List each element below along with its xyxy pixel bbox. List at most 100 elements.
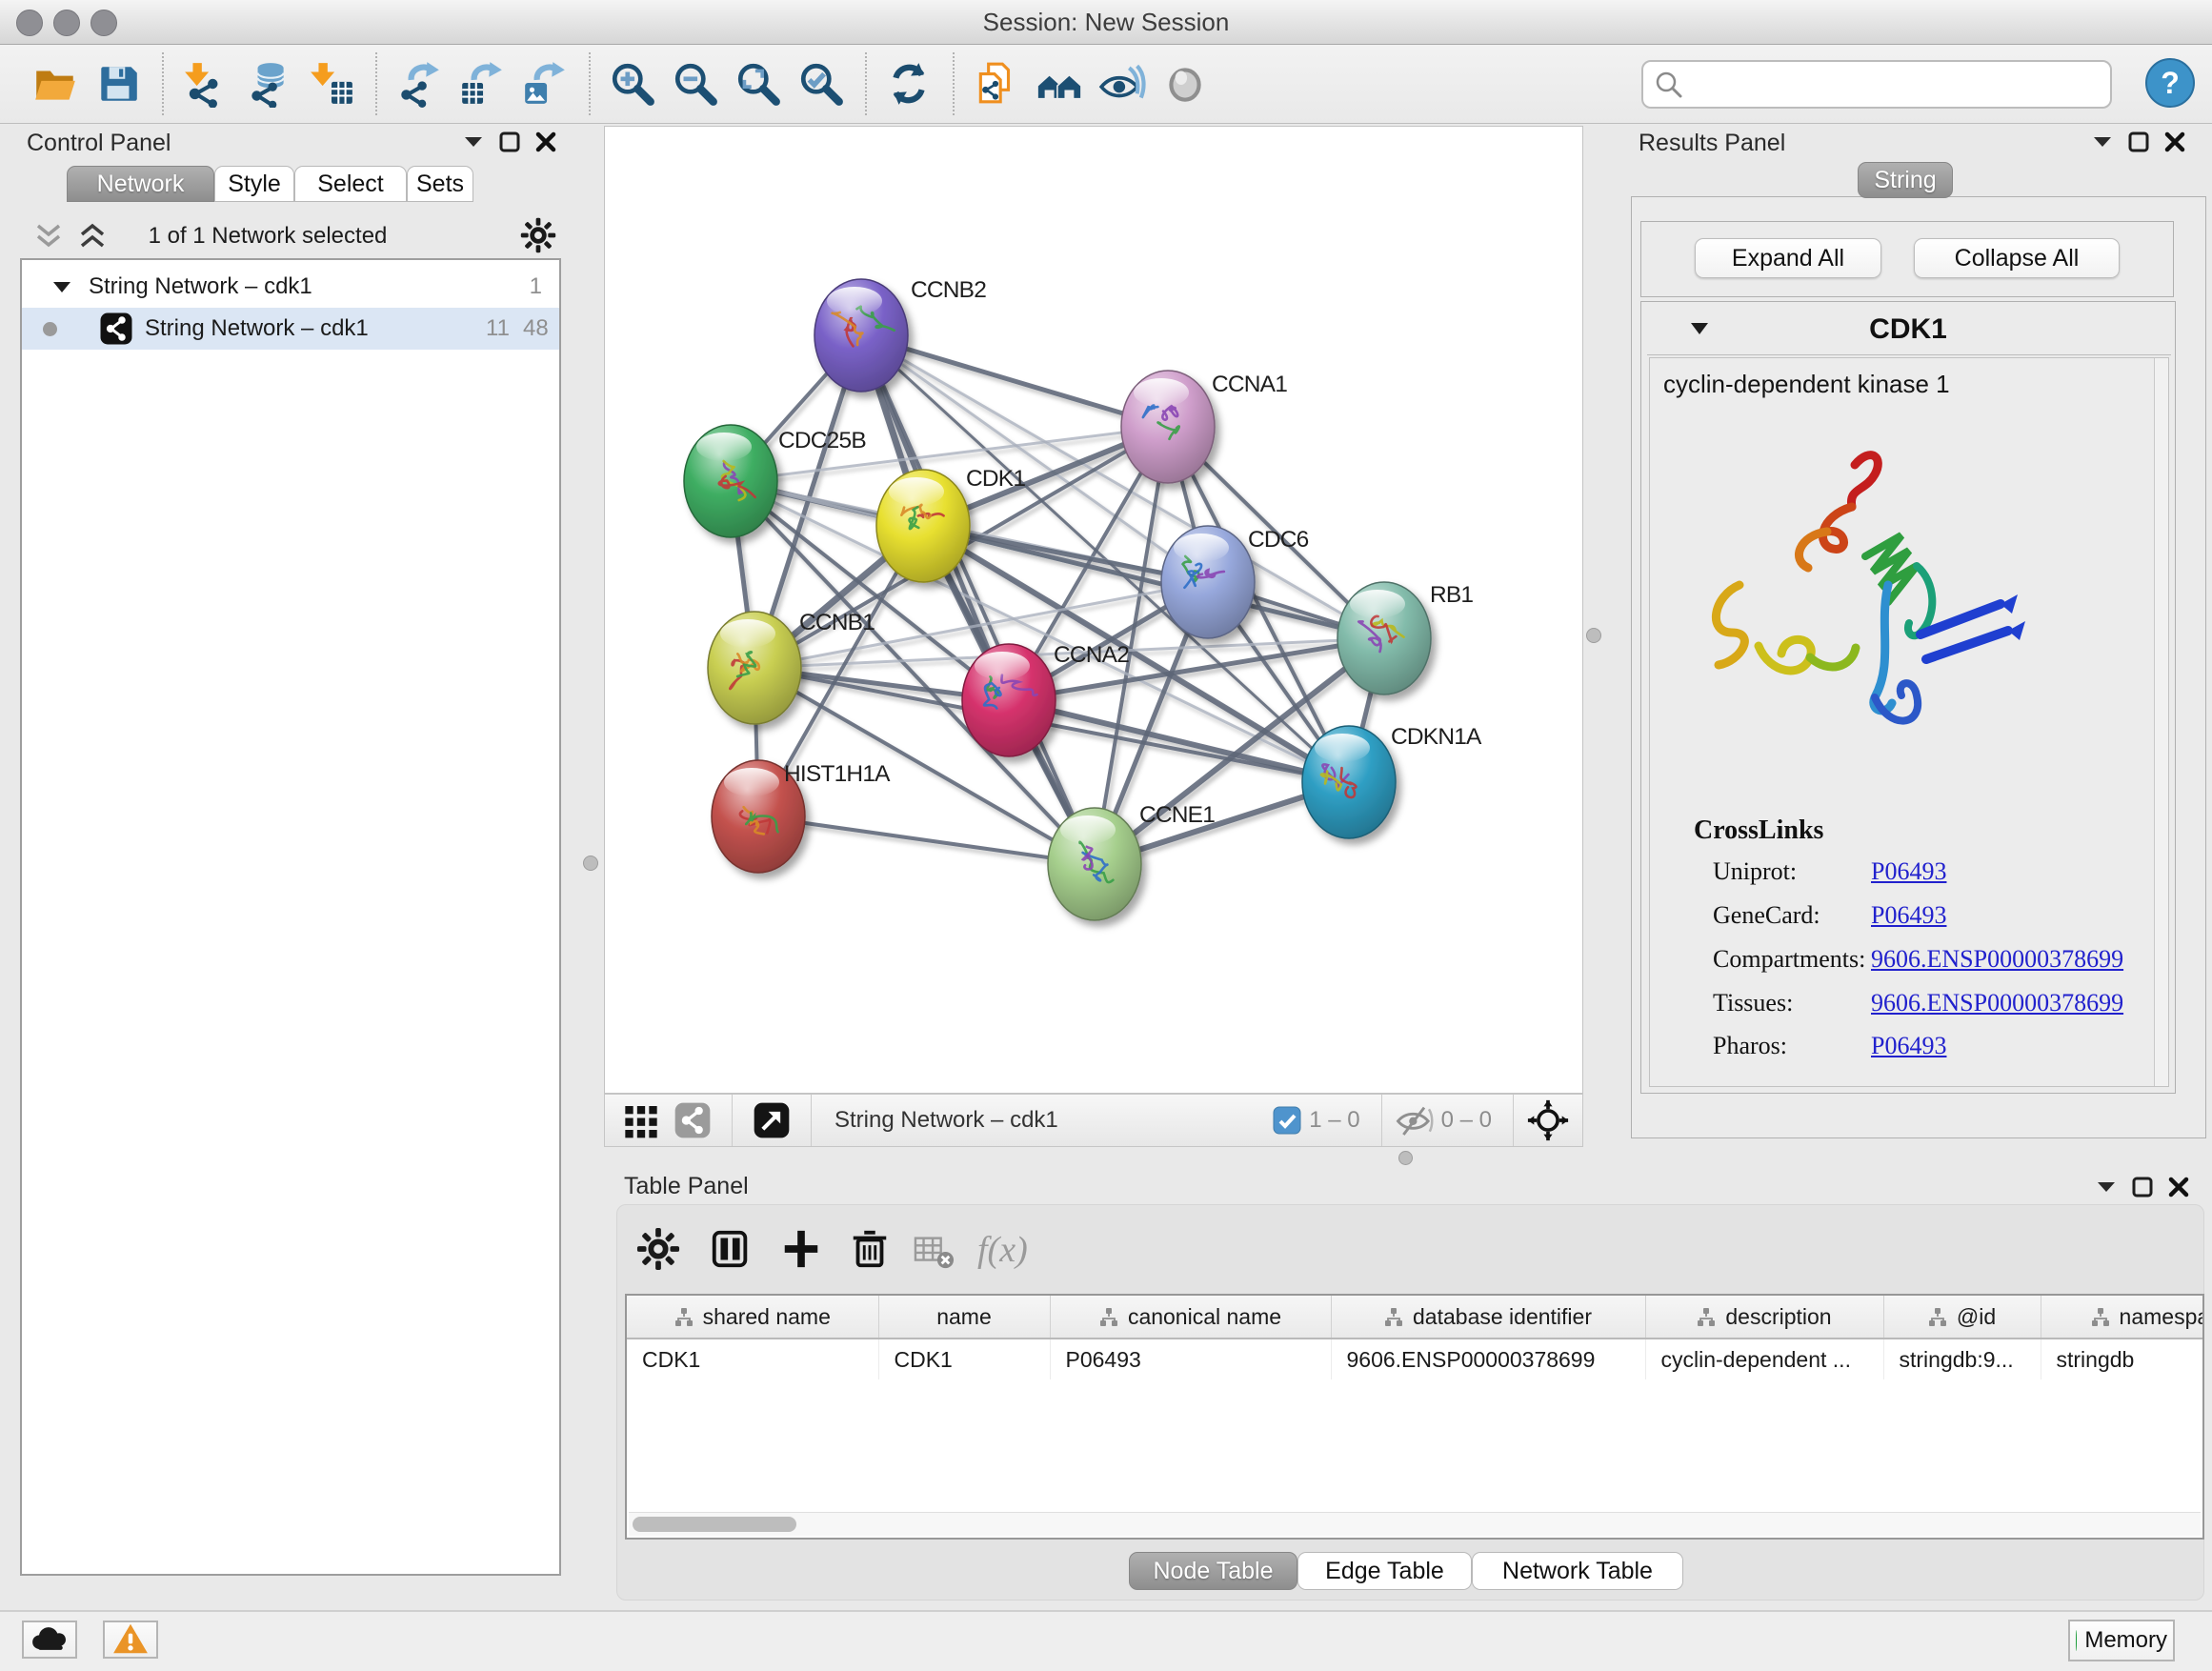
network-canvas[interactable]: CCNB2CCNA1CDC25BCDK1CDC6RB1CCNB1CCNA2CDK… xyxy=(604,126,1583,1094)
graph-node-CDC6[interactable] xyxy=(1161,526,1255,638)
warnings-button[interactable] xyxy=(103,1621,158,1659)
table-cell[interactable]: CDK1 xyxy=(878,1339,1050,1379)
table-cell[interactable]: stringdb xyxy=(2041,1339,2204,1379)
network-share-view-button[interactable] xyxy=(674,1101,712,1139)
float-panel-icon[interactable] xyxy=(2132,1177,2153,1198)
network-view-title: String Network – cdk1 xyxy=(835,1107,1058,1134)
export-image-button[interactable] xyxy=(519,57,573,111)
crosslink-genecard-link[interactable]: P06493 xyxy=(1871,901,1946,930)
panel-menu-caret-icon[interactable] xyxy=(2092,134,2113,150)
hide-labels-eye-icon-button[interactable] xyxy=(1096,57,1150,111)
table-cell[interactable]: stringdb:9... xyxy=(1883,1339,2041,1379)
import-table-from-file-button[interactable] xyxy=(306,57,359,111)
horizontal-splitter-handle[interactable] xyxy=(1398,1151,1413,1165)
import-network-from-file-button[interactable] xyxy=(180,57,233,111)
zoom-selected-button[interactable] xyxy=(795,57,849,111)
tab-node-table[interactable]: Node Table xyxy=(1129,1552,1297,1590)
graph-node-CCNA2[interactable] xyxy=(962,644,1056,756)
graph-edge-HIST1H1A-CCNE1[interactable] xyxy=(758,816,1095,864)
graph-node-label-CCNB2: CCNB2 xyxy=(911,277,986,303)
column-header-database-identifier[interactable]: database identifier xyxy=(1331,1296,1645,1339)
zoom-in-button[interactable] xyxy=(607,57,660,111)
fit-content-button[interactable] xyxy=(733,57,786,111)
export-table-button[interactable] xyxy=(456,57,510,111)
crosslink-tissues-link[interactable]: 9606.ENSP00000378699 xyxy=(1871,989,2123,1017)
graph-node-CCNB2[interactable] xyxy=(814,279,908,392)
column-header-name[interactable]: name xyxy=(878,1296,1050,1339)
results-panel-title: Results Panel xyxy=(1639,130,1785,157)
graph-node-CCNB1[interactable] xyxy=(708,612,801,724)
table-horizontal-scrollbar[interactable] xyxy=(629,1512,2201,1536)
float-panel-icon[interactable] xyxy=(499,131,520,152)
close-panel-icon[interactable] xyxy=(2164,131,2185,152)
graph-node-CDC25B[interactable] xyxy=(684,425,777,537)
column-header--id[interactable]: @id xyxy=(1883,1296,2041,1339)
close-panel-icon[interactable] xyxy=(2168,1177,2189,1198)
crosslinks-heading: CrossLinks xyxy=(1694,815,1823,846)
hidden-eye-icon[interactable] xyxy=(1396,1104,1434,1137)
collection-expander-icon[interactable] xyxy=(52,280,71,294)
vertical-splitter-handle[interactable] xyxy=(1586,628,1601,643)
grid-view-icon-button[interactable] xyxy=(622,1101,660,1139)
results-scrollbar[interactable] xyxy=(2154,358,2168,1086)
save-session-button[interactable] xyxy=(92,57,146,111)
export-network-button[interactable] xyxy=(393,57,447,111)
create-column-button[interactable] xyxy=(779,1227,823,1274)
graph-node-CDKN1A[interactable] xyxy=(1302,726,1396,838)
crosslink-compartments-link[interactable]: 9606.ENSP00000378699 xyxy=(1871,945,2123,974)
zoom-out-button[interactable] xyxy=(670,57,723,111)
cloud-status-button[interactable] xyxy=(22,1621,77,1659)
function-builder-button[interactable]: f(x) xyxy=(977,1229,1028,1271)
delete-table-button[interactable] xyxy=(913,1231,956,1274)
refresh-view-button[interactable] xyxy=(883,57,936,111)
open-session-button[interactable] xyxy=(30,57,83,111)
vertical-splitter-handle[interactable] xyxy=(583,856,598,871)
search-input[interactable] xyxy=(1691,70,2102,99)
graph-node-CCNE1[interactable] xyxy=(1048,808,1141,920)
copy-network-button[interactable] xyxy=(971,57,1024,111)
birdseye-crosshair-icon[interactable] xyxy=(1527,1099,1569,1141)
table-row[interactable]: CDK1CDK1P064939606.ENSP00000378699cyclin… xyxy=(627,1339,2204,1379)
crosslink-uniprot-link[interactable]: P06493 xyxy=(1871,857,1946,886)
table-cell[interactable]: cyclin-dependent ... xyxy=(1645,1339,1883,1379)
scrollbar-thumb[interactable] xyxy=(633,1517,796,1532)
float-panel-icon[interactable] xyxy=(2128,131,2149,152)
import-network-from-database-button[interactable] xyxy=(243,57,296,111)
detach-view-button[interactable] xyxy=(753,1101,791,1139)
tab-select[interactable]: Select xyxy=(294,166,407,202)
table-cell[interactable]: P06493 xyxy=(1050,1339,1331,1379)
column-header-shared-name[interactable]: shared name xyxy=(627,1296,878,1339)
results-tab-string[interactable]: String xyxy=(1858,162,1953,198)
show-columns-button[interactable] xyxy=(709,1227,753,1274)
string-home-button[interactable] xyxy=(1034,57,1087,111)
glass-effect-button[interactable] xyxy=(1159,57,1213,111)
tab-style[interactable]: Style xyxy=(214,166,294,202)
graph-node-CCNA1[interactable] xyxy=(1121,371,1215,483)
tab-network-table[interactable]: Network Table xyxy=(1472,1552,1683,1590)
crosslink-pharos-link[interactable]: P06493 xyxy=(1871,1032,1946,1060)
expand-all-button[interactable]: Expand All xyxy=(1695,238,1881,278)
column-header-canonical-name[interactable]: canonical name xyxy=(1050,1296,1331,1339)
table-settings-gear-button[interactable] xyxy=(636,1227,680,1274)
panel-menu-caret-icon[interactable] xyxy=(2096,1179,2117,1195)
table-cell[interactable]: CDK1 xyxy=(627,1339,878,1379)
selected-checkbox-icon[interactable] xyxy=(1273,1106,1301,1135)
table-cell[interactable]: 9606.ENSP00000378699 xyxy=(1331,1339,1645,1379)
network-panel-gear-icon[interactable] xyxy=(520,217,556,258)
graph-node-RB1[interactable] xyxy=(1337,582,1431,695)
column-header-description[interactable]: description xyxy=(1645,1296,1883,1339)
delete-column-trash-button[interactable] xyxy=(848,1227,892,1274)
tab-sets[interactable]: Sets xyxy=(407,166,473,202)
graph-edge-CCNB2-CCNE1[interactable] xyxy=(861,335,1095,864)
close-panel-icon[interactable] xyxy=(535,131,556,152)
network-collection-row[interactable]: String Network – cdk1 1 xyxy=(22,266,559,308)
help-button[interactable]: ? xyxy=(2144,57,2196,109)
tab-network[interactable]: Network xyxy=(67,166,214,202)
panel-menu-caret-icon[interactable] xyxy=(463,134,484,150)
tab-edge-table[interactable]: Edge Table xyxy=(1297,1552,1472,1590)
graph-node-CDK1[interactable] xyxy=(876,470,970,582)
network-row[interactable]: String Network – cdk1 11 48 xyxy=(22,308,559,350)
memory-button[interactable]: Memory xyxy=(2068,1620,2175,1661)
column-header-namespace[interactable]: namespace xyxy=(2041,1296,2204,1339)
collapse-all-button[interactable]: Collapse All xyxy=(1914,238,2120,278)
